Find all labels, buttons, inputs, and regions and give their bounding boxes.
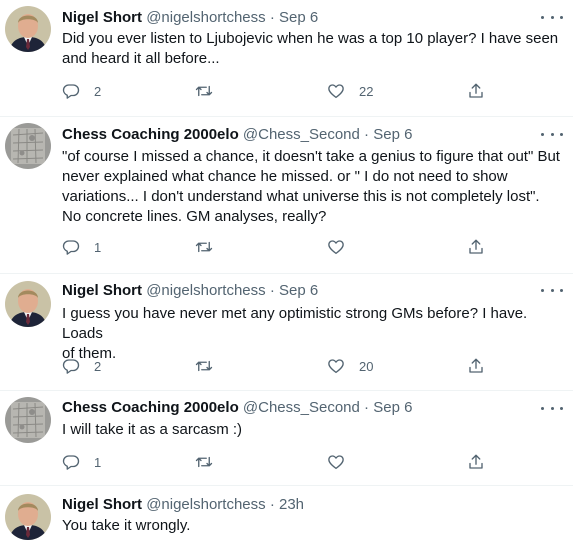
tweet[interactable]: Nigel Short @nigelshortchess · Sep 6 I g… <box>0 274 573 390</box>
tweet-text: I will take it as a sarcasm :) <box>62 421 243 438</box>
share-icon <box>469 454 483 469</box>
avatar[interactable] <box>5 494 51 540</box>
tweet[interactable]: Nigel Short @nigelshortchess · Sep 6 Did… <box>0 0 573 116</box>
reply-button[interactable]: 2 <box>62 81 101 101</box>
retweet-icon <box>195 241 213 253</box>
tweet[interactable]: Nigel Short @nigelshortchess · 23h You t… <box>0 486 573 541</box>
retweet-icon <box>195 456 213 468</box>
like-count: 20 <box>359 358 374 374</box>
retweet-button[interactable] <box>195 452 227 472</box>
tweet-text: "of course I missed a chance, it doesn't… <box>62 148 560 225</box>
timestamp[interactable]: 23h <box>279 496 304 513</box>
user-handle[interactable]: @Chess_Second <box>243 126 360 143</box>
like-button[interactable]: 20 <box>327 356 373 376</box>
separator: · <box>269 496 275 513</box>
reply-count: 1 <box>94 454 102 470</box>
share-button[interactable] <box>467 237 485 257</box>
tweet-actions: 1 <box>62 452 512 472</box>
share-icon <box>469 83 483 98</box>
reply-count: 1 <box>94 239 102 255</box>
tweet-thread: Nigel Short @nigelshortchess · Sep 6 Did… <box>0 0 573 541</box>
share-icon <box>469 358 483 373</box>
reply-icon <box>62 455 80 470</box>
tweet-header: Nigel Short @nigelshortchess · Sep 6 <box>62 282 318 300</box>
reply-button[interactable]: 1 <box>62 452 101 472</box>
heart-icon <box>328 240 344 255</box>
tweet-actions: 2 22 <box>62 81 512 101</box>
tweet[interactable]: Chess Coaching 2000elo @Chess_Second · S… <box>0 391 573 485</box>
retweet-button[interactable] <box>195 356 227 376</box>
share-button[interactable] <box>467 452 485 472</box>
display-name[interactable]: Chess Coaching 2000elo <box>62 126 239 143</box>
avatar[interactable] <box>5 123 51 169</box>
reply-count: 2 <box>94 83 102 99</box>
tweet-header: Chess Coaching 2000elo @Chess_Second · S… <box>62 399 412 417</box>
more-icon[interactable] <box>541 8 563 26</box>
share-button[interactable] <box>467 356 485 376</box>
heart-icon <box>328 359 344 374</box>
retweet-icon <box>195 360 213 372</box>
heart-icon <box>328 455 344 470</box>
timestamp[interactable]: Sep 6 <box>373 126 412 143</box>
separator: · <box>364 399 370 416</box>
avatar[interactable] <box>5 6 51 52</box>
reply-count: 2 <box>94 358 102 374</box>
separator: · <box>269 9 275 26</box>
separator: · <box>269 282 275 299</box>
tweet-header: Nigel Short @nigelshortchess · Sep 6 <box>62 9 318 27</box>
share-button[interactable] <box>467 81 485 101</box>
tweet[interactable]: Chess Coaching 2000elo @Chess_Second · S… <box>0 117 573 273</box>
timestamp[interactable]: Sep 6 <box>279 282 318 299</box>
display-name[interactable]: Chess Coaching 2000elo <box>62 399 239 416</box>
tweet-actions: 1 <box>62 237 512 257</box>
separator: · <box>364 126 370 143</box>
reply-icon <box>62 240 80 255</box>
like-button[interactable] <box>327 237 359 257</box>
user-handle[interactable]: @Chess_Second <box>243 399 360 416</box>
timestamp[interactable]: Sep 6 <box>373 399 412 416</box>
tweet-text: You take it wrongly. <box>62 517 191 534</box>
user-handle[interactable]: @nigelshortchess <box>146 9 265 26</box>
more-icon[interactable] <box>541 281 563 299</box>
display-name[interactable]: Nigel Short <box>62 496 142 513</box>
reply-icon <box>62 359 80 374</box>
more-icon[interactable] <box>541 125 563 143</box>
timestamp[interactable]: Sep 6 <box>279 9 318 26</box>
tweet-header: Chess Coaching 2000elo @Chess_Second · S… <box>62 126 412 144</box>
reply-button[interactable]: 2 <box>62 356 101 376</box>
share-icon <box>469 239 483 254</box>
reply-button[interactable]: 1 <box>62 237 101 257</box>
tweet-header: Nigel Short @nigelshortchess · 23h <box>62 496 304 514</box>
user-handle[interactable]: @nigelshortchess <box>146 496 265 513</box>
avatar[interactable] <box>5 281 51 327</box>
tweet-actions: 2 20 <box>62 356 512 376</box>
like-button[interactable] <box>327 452 359 472</box>
like-count: 22 <box>359 83 374 99</box>
tweet-text: Did you ever listen to Ljubojevic when h… <box>62 30 559 67</box>
reply-icon <box>62 84 80 99</box>
like-button[interactable]: 22 <box>327 81 373 101</box>
retweet-button[interactable] <box>195 237 227 257</box>
display-name[interactable]: Nigel Short <box>62 9 142 26</box>
heart-icon <box>328 84 344 99</box>
retweet-button[interactable] <box>195 81 227 101</box>
avatar[interactable] <box>5 397 51 443</box>
user-handle[interactable]: @nigelshortchess <box>146 282 265 299</box>
retweet-icon <box>195 85 213 97</box>
display-name[interactable]: Nigel Short <box>62 282 142 299</box>
tweet-text: I guess you have never met any optimisti… <box>62 305 528 362</box>
more-icon[interactable] <box>541 399 563 417</box>
